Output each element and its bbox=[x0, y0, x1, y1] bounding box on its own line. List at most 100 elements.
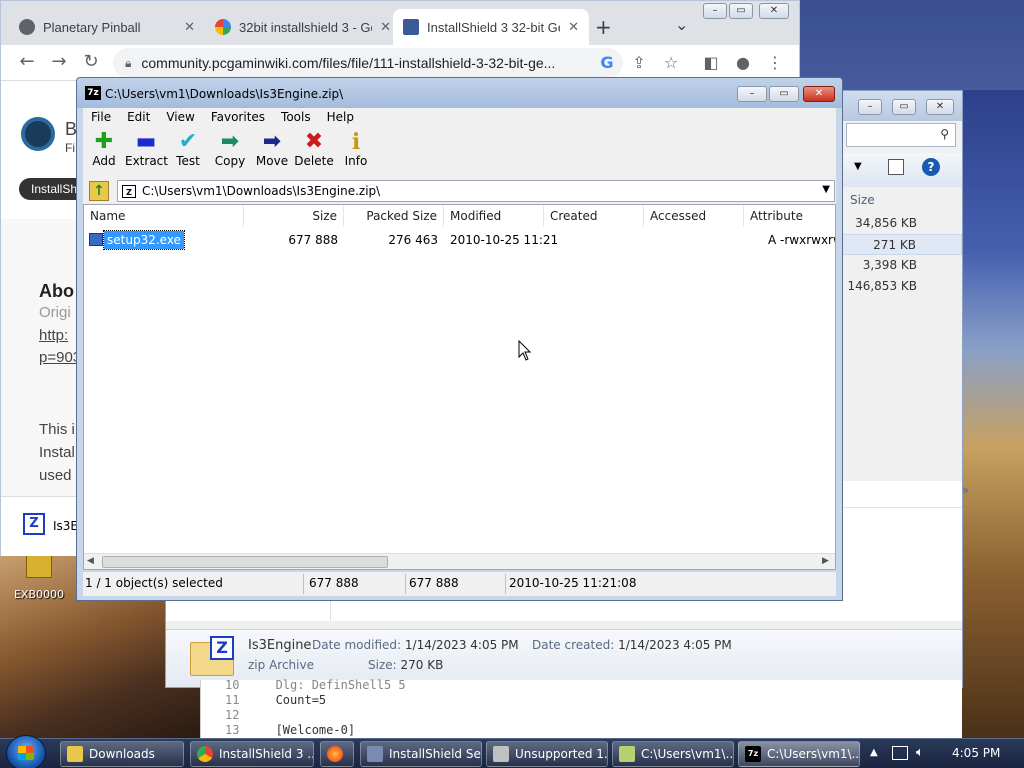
folder-up-icon[interactable]: ↑ bbox=[89, 181, 109, 201]
horizontal-scrollbar[interactable]: ◀ ▶ bbox=[84, 553, 835, 569]
clock[interactable]: 4:05 PM bbox=[952, 746, 1000, 760]
forward-arrow-icon[interactable]: → bbox=[47, 51, 71, 72]
help-icon[interactable]: ? bbox=[922, 158, 940, 176]
menu-file[interactable]: File bbox=[83, 108, 119, 126]
menu-kebab-icon[interactable]: ⋮ bbox=[765, 53, 785, 72]
file-size-cell: 677 888 bbox=[288, 233, 338, 247]
file-size-cell[interactable]: 146,853 KB bbox=[842, 276, 962, 297]
tab-google-search[interactable]: 32bit installshield 3 - Goo ✕ bbox=[205, 9, 401, 45]
scroll-left-icon[interactable]: ◀ bbox=[87, 556, 94, 566]
status-selected: 1 / 1 object(s) selected bbox=[85, 576, 223, 590]
move-button[interactable]: ➡ Move bbox=[251, 130, 293, 169]
column-header-packed-size[interactable]: Packed Size bbox=[344, 205, 444, 227]
close-icon[interactable]: ✕ bbox=[184, 19, 195, 35]
add-button[interactable]: ✚ Add bbox=[83, 130, 125, 169]
menu-favorites[interactable]: Favorites bbox=[203, 108, 273, 126]
reload-icon[interactable]: ↻ bbox=[79, 51, 103, 72]
back-arrow-icon[interactable]: ← bbox=[15, 51, 39, 72]
share-icon[interactable]: ⇪ bbox=[629, 53, 649, 72]
menu-help[interactable]: Help bbox=[319, 108, 362, 126]
desktop-wallpaper bbox=[962, 90, 1024, 740]
notepad-editor[interactable]: 10 Dlg: DefinShell5 5 11 Count=5 12 13 [… bbox=[200, 678, 962, 740]
side-panel-icon[interactable]: ◧ bbox=[701, 53, 721, 72]
windows-logo-icon bbox=[18, 746, 34, 760]
delete-button[interactable]: ✖ Delete bbox=[293, 130, 335, 169]
file-list[interactable]: Name Size Packed Size Modified Created A… bbox=[83, 204, 836, 570]
zip-file-icon[interactable]: Z bbox=[23, 513, 45, 535]
taskbar-item-firefox[interactable] bbox=[320, 741, 354, 767]
minimize-button[interactable]: – bbox=[737, 86, 767, 102]
column-header-size[interactable]: Size bbox=[244, 205, 344, 227]
size-column-header[interactable]: Size bbox=[842, 187, 962, 213]
sevenzip-titlebar[interactable]: 7z C:\Users\vm1\Downloads\Is3Engine.zip\… bbox=[77, 78, 842, 108]
file-size-cell[interactable]: 3,398 KB bbox=[842, 255, 962, 276]
maximize-button[interactable]: ▭ bbox=[729, 3, 753, 19]
path-input[interactable]: Z C:\Users\vm1\Downloads\Is3Engine.zip\ … bbox=[117, 180, 835, 202]
minimize-button[interactable]: – bbox=[703, 3, 727, 19]
start-button[interactable] bbox=[6, 735, 46, 768]
taskbar-item-installshield[interactable]: InstallShield Se... bbox=[360, 741, 482, 767]
overflow-chevron-icon[interactable]: » bbox=[962, 483, 992, 503]
test-button[interactable]: ✔ Test bbox=[167, 130, 209, 169]
details-modified: Date modified: 1/14/2023 4:05 PM bbox=[312, 638, 519, 652]
close-button[interactable]: ✕ bbox=[803, 86, 835, 102]
tab-planetary-pinball[interactable]: Planetary Pinball ✕ bbox=[9, 9, 205, 45]
copy-button[interactable]: ➡ Copy bbox=[209, 130, 251, 169]
file-name-cell[interactable]: setup32.exe bbox=[103, 230, 185, 250]
taskbar-item-chrome[interactable]: InstallShield 3 ... bbox=[190, 741, 314, 767]
desktop-icon[interactable]: EXB0000 bbox=[8, 552, 70, 602]
button-label: Info bbox=[344, 154, 368, 168]
search-input[interactable]: ⚲ bbox=[846, 123, 956, 147]
volume-icon[interactable]: 🔈︎ bbox=[916, 745, 924, 760]
tab-search-button[interactable]: ⌄ bbox=[675, 15, 688, 34]
taskbar-item-unsupported[interactable]: Unsupported 1... bbox=[486, 741, 608, 767]
view-dropdown-icon[interactable]: ▼ bbox=[854, 161, 862, 172]
button-label: Move bbox=[255, 154, 289, 168]
column-header-name[interactable]: Name bbox=[84, 205, 244, 227]
scrollbar-thumb[interactable] bbox=[102, 556, 388, 568]
network-icon[interactable] bbox=[892, 746, 908, 760]
column-header-attributes[interactable]: Attribute bbox=[744, 205, 835, 227]
taskbar-item-7zip[interactable]: 7z C:\Users\vm1\... bbox=[738, 741, 860, 767]
google-lens-icon[interactable]: G bbox=[597, 53, 617, 72]
close-icon[interactable]: ✕ bbox=[568, 19, 579, 35]
extract-button[interactable]: ▬ Extract bbox=[125, 130, 168, 169]
column-header-created[interactable]: Created bbox=[544, 205, 644, 227]
mouse-cursor-icon bbox=[518, 340, 532, 361]
column-header-accessed[interactable]: Accessed bbox=[644, 205, 744, 227]
download-shelf: Z Is3E bbox=[1, 496, 81, 556]
info-button[interactable]: i Info bbox=[335, 130, 377, 168]
tray-expand-icon[interactable]: ▲ bbox=[870, 747, 878, 758]
maximize-button[interactable]: ▭ bbox=[769, 86, 799, 102]
close-button[interactable]: ✕ bbox=[759, 3, 789, 19]
maximize-button[interactable]: ▭ bbox=[892, 99, 916, 115]
taskbar-item-downloads[interactable]: Downloads bbox=[60, 741, 184, 767]
content-line: Origi bbox=[39, 304, 71, 321]
address-bar[interactable]: 🔒︎ community.pcgaminwiki.com/files/file/… bbox=[113, 48, 623, 78]
chevron-down-icon[interactable]: ▼ bbox=[822, 184, 830, 195]
close-button[interactable]: ✕ bbox=[926, 99, 954, 115]
content-line: used bbox=[39, 467, 72, 484]
scroll-right-icon[interactable]: ▶ bbox=[822, 556, 829, 566]
close-icon[interactable]: ✕ bbox=[380, 19, 391, 35]
file-size-cell[interactable]: 271 KB bbox=[842, 234, 962, 255]
menu-tools[interactable]: Tools bbox=[273, 108, 319, 126]
minimize-button[interactable]: – bbox=[858, 99, 882, 115]
taskbar-item-notepad[interactable]: C:\Users\vm1\... bbox=[612, 741, 734, 767]
tab-installshield[interactable]: InstallShield 3 32-bit Ge ✕ bbox=[393, 9, 589, 45]
profile-icon[interactable]: ● bbox=[733, 53, 753, 72]
file-size-cell[interactable]: 34,856 KB bbox=[842, 213, 962, 234]
menu-edit[interactable]: Edit bbox=[119, 108, 158, 126]
taskbar: Downloads InstallShield 3 ... InstallShi… bbox=[0, 735, 1024, 768]
table-row[interactable]: setup32.exe 677 888 276 463 2010-10-25 1… bbox=[84, 230, 835, 250]
content-link[interactable]: p=903 bbox=[39, 349, 81, 366]
content-link[interactable]: http: bbox=[39, 327, 68, 344]
chrome-toolbar: ← → ↻ 🔒︎ community.pcgaminwiki.com/files… bbox=[1, 45, 799, 81]
button-label: Extract bbox=[125, 154, 168, 168]
download-item-label[interactable]: Is3E bbox=[53, 519, 78, 533]
new-tab-button[interactable]: + bbox=[595, 15, 612, 39]
column-header-modified[interactable]: Modified bbox=[444, 205, 544, 227]
menu-view[interactable]: View bbox=[158, 108, 202, 126]
preview-pane-icon[interactable] bbox=[888, 159, 904, 175]
bookmark-star-icon[interactable]: ☆ bbox=[661, 53, 681, 72]
